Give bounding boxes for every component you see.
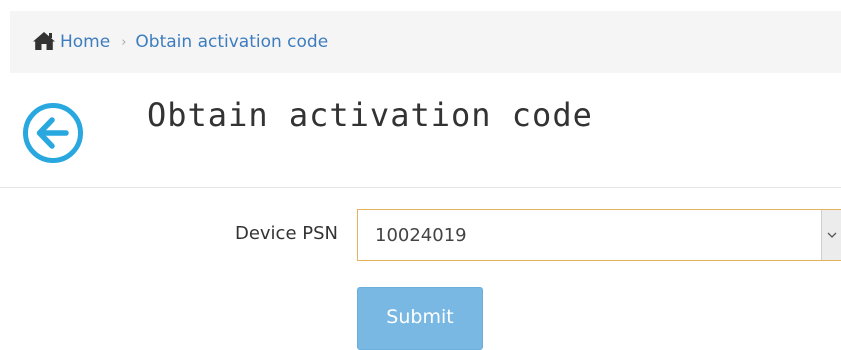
breadcrumb-current[interactable]: Obtain activation code xyxy=(135,32,328,52)
device-psn-value: 10024019 xyxy=(375,224,467,246)
device-psn-select[interactable]: 10024019 xyxy=(357,209,841,261)
chevron-down-icon xyxy=(827,232,836,238)
page: Home › Obtain activation code Obtain act… xyxy=(0,0,841,350)
arrow-left-circle-icon[interactable] xyxy=(21,101,85,165)
dropdown-toggle[interactable] xyxy=(821,210,841,260)
home-icon[interactable] xyxy=(32,31,56,51)
submit-button[interactable]: Submit xyxy=(357,287,483,350)
breadcrumb: Home › Obtain activation code xyxy=(10,11,841,73)
breadcrumb-separator: › xyxy=(121,34,127,50)
header-divider xyxy=(0,187,841,188)
device-psn-label: Device PSN xyxy=(234,223,338,244)
page-title: Obtain activation code xyxy=(147,96,593,134)
breadcrumb-home-link[interactable]: Home xyxy=(60,32,110,52)
